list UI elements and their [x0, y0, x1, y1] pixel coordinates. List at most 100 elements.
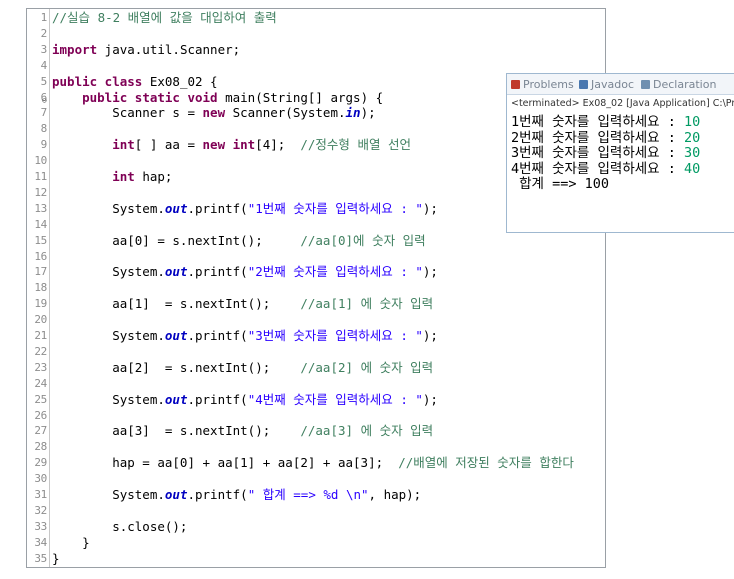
- code-token: .printf(: [187, 264, 248, 280]
- line-number: 14: [34, 217, 47, 231]
- line-number: 33: [34, 519, 47, 533]
- code-line[interactable]: 4: [27, 58, 605, 74]
- tab-problems[interactable]: Problems: [511, 78, 574, 91]
- user-input-value: 20: [683, 129, 701, 146]
- code-line[interactable]: 3 import java.util.Scanner;: [27, 42, 605, 58]
- line-number: 30: [34, 472, 47, 486]
- code-token: , hap);: [368, 487, 422, 502]
- code-token: //aa[1] 에 숫자 입력: [300, 296, 434, 312]
- line-number: 34: [34, 535, 47, 549]
- line-number: 16: [34, 249, 47, 263]
- tab-label: Javadoc: [591, 78, 634, 91]
- output-prompt: 3번째 숫자를 입력하세요 :: [511, 145, 684, 161]
- line-number: 9: [40, 138, 48, 152]
- code-line[interactable]: 17 System.out.printf("2번째 숫자를 입력하세요 : ")…: [27, 264, 605, 280]
- code-token: //aa[0]에 숫자 입력: [300, 232, 426, 248]
- console-output-line: 합계 ==> 100: [511, 176, 609, 192]
- code-token: //실습 8-2 배열에 값을 대입하여 출력: [52, 10, 277, 25]
- line-number: 7: [40, 106, 48, 120]
- code-line[interactable]: 21 System.out.printf("3번째 숫자를 입력하세요 : ")…: [27, 328, 605, 344]
- code-token: public class: [52, 73, 143, 89]
- code-line[interactable]: 24: [27, 376, 605, 392]
- code-text: System.out.printf("4번째 숫자를 입력하세요 : ");: [52, 392, 438, 408]
- code-token: .printf(: [187, 200, 248, 216]
- code-token: public static void: [82, 89, 218, 105]
- code-token: .printf(: [187, 328, 248, 343]
- tab-label: Declaration: [653, 78, 717, 91]
- code-line[interactable]: 22: [27, 344, 605, 360]
- line-number: 29: [34, 456, 47, 470]
- code-line[interactable]: 15 aa[0] = s.nextInt(); //aa[0]에 숫자 입력: [27, 233, 605, 249]
- code-line[interactable]: 33 s.close();: [27, 519, 605, 535]
- code-line[interactable]: 32: [27, 503, 605, 519]
- line-number: 10: [34, 154, 47, 168]
- output-prompt: 합계 ==> 100: [511, 176, 609, 192]
- code-line[interactable]: 2: [27, 26, 605, 42]
- code-token: out: [164, 391, 188, 407]
- code-token: .printf(: [187, 487, 248, 502]
- code-token: "2번째 숫자를 입력하세요 : ": [247, 264, 423, 280]
- code-token: "4번째 숫자를 입력하세요 : ": [247, 391, 423, 407]
- user-input-value: 30: [683, 145, 701, 161]
- code-token: aa[2] = s.nextInt();: [52, 359, 301, 375]
- line-number: 4: [40, 58, 48, 72]
- code-text: System.out.printf("3번째 숫자를 입력하세요 : ");: [52, 328, 438, 344]
- tab-declaration[interactable]: Declaration: [641, 78, 716, 91]
- code-text: public static void main(String[] args) {: [52, 90, 383, 106]
- line-number: 19: [34, 297, 47, 311]
- line-number: 12: [34, 185, 47, 199]
- code-line[interactable]: 27 aa[3] = s.nextInt(); //aa[3] 에 숫자 입력: [27, 423, 605, 439]
- code-line[interactable]: 25 System.out.printf("4번째 숫자를 입력하세요 : ")…: [27, 392, 605, 408]
- code-token: Scanner(System.: [225, 105, 346, 121]
- code-token: Scanner s =: [52, 105, 203, 121]
- code-text: aa[2] = s.nextInt(); //aa[2] 에 숫자 입력: [52, 360, 433, 376]
- code-line[interactable]: 16: [27, 249, 605, 265]
- code-line[interactable]: 34 }: [27, 535, 605, 551]
- line-number: 31: [34, 488, 47, 501]
- code-text: aa[1] = s.nextInt(); //aa[1] 에 숫자 입력: [52, 296, 433, 312]
- code-line[interactable]: 18: [27, 280, 605, 296]
- line-number: 2: [40, 26, 48, 40]
- code-line[interactable]: 20: [27, 312, 605, 328]
- code-line[interactable]: 31 System.out.printf(" 합계 ==> %d \n", ha…: [27, 487, 605, 503]
- code-token: System.: [52, 391, 165, 407]
- code-token: //배열에 저장된 숫자를 합한다: [398, 455, 574, 471]
- code-line[interactable]: 35}: [27, 551, 605, 567]
- code-token: new int: [202, 137, 256, 153]
- code-line[interactable]: 30: [27, 471, 605, 487]
- console-view[interactable]: Problems Javadoc Declaration <terminated> …: [506, 73, 734, 233]
- code-text: int[ ] aa = new int[4]; //정수형 배열 선언: [52, 137, 411, 153]
- code-token: //aa[3] 에 숫자 입력: [300, 423, 434, 439]
- code-line[interactable]: 28: [27, 439, 605, 455]
- user-input-value: 40: [683, 160, 701, 177]
- code-token: java.util.Scanner;: [97, 41, 241, 57]
- code-token: out: [164, 487, 188, 502]
- line-number: 5: [40, 74, 48, 88]
- code-text: int hap;: [52, 169, 172, 185]
- code-token: out: [164, 328, 188, 343]
- code-token: " 합계 ==> %d \n": [247, 487, 369, 502]
- code-token: }: [52, 550, 60, 566]
- code-token: "1번째 숫자를 입력하세요 : ": [247, 200, 423, 216]
- code-token: import: [52, 41, 98, 57]
- code-text: }: [52, 535, 90, 551]
- code-token: aa[0] = s.nextInt();: [52, 232, 301, 248]
- user-input-value: 10: [683, 114, 701, 130]
- code-line[interactable]: 19 aa[1] = s.nextInt(); //aa[1] 에 숫자 입력: [27, 296, 605, 312]
- code-token: int: [112, 169, 135, 184]
- code-line[interactable]: 23 aa[2] = s.nextInt(); //aa[2] 에 숫자 입력: [27, 360, 605, 376]
- code-token: System.: [52, 487, 165, 502]
- code-line[interactable]: 29 hap = aa[0] + aa[1] + aa[2] + aa[3]; …: [27, 455, 605, 471]
- code-line[interactable]: 26: [27, 408, 605, 424]
- code-line[interactable]: 1 //실습 8-2 배열에 값을 대입하여 출력: [27, 10, 605, 26]
- tab-javadoc[interactable]: Javadoc: [579, 78, 634, 91]
- line-number: 27: [34, 424, 47, 438]
- code-text: System.out.printf("1번째 숫자를 입력하세요 : ");: [52, 201, 438, 217]
- code-token: aa[3] = s.nextInt();: [52, 423, 301, 439]
- code-token: int: [112, 137, 135, 153]
- code-token: s.close();: [52, 518, 188, 534]
- code-text: //실습 8-2 배열에 값을 대입하여 출력: [52, 10, 277, 26]
- code-token: );: [422, 391, 438, 407]
- code-token: main(String[] args) {: [217, 89, 384, 105]
